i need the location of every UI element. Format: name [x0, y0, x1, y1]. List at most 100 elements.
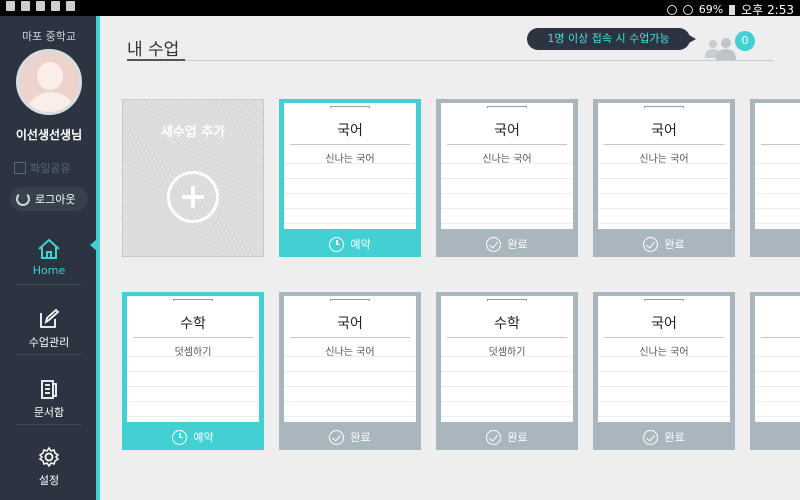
nav-label-home: Home — [32, 264, 66, 277]
nav-item-settings[interactable]: 설정 — [0, 436, 98, 500]
class-card[interactable]: 국어 신나는 국어 예약 — [279, 99, 421, 257]
card-status-label: 완료 — [350, 431, 371, 444]
gear-icon — [38, 446, 60, 468]
notification-icons — [6, 1, 75, 11]
card-status-label: 완료 — [507, 238, 528, 251]
add-class-label: 새수업 추가 — [160, 125, 226, 140]
clip-icon — [487, 299, 527, 301]
battery-percent: 69% — [698, 3, 724, 16]
partial-card-container — [750, 99, 800, 257]
class-card[interactable]: 국어 신나는 국어 완료 — [279, 292, 421, 450]
file-icon — [21, 1, 30, 11]
clip-icon — [487, 106, 527, 108]
class-card[interactable]: 국어 신나는 국어 완료 — [593, 99, 735, 257]
logout-button[interactable]: 로그아웃 — [10, 187, 88, 211]
divider — [16, 354, 82, 355]
check-circle-icon — [643, 429, 659, 445]
shield-icon — [36, 1, 45, 11]
check-circle-icon — [486, 236, 502, 252]
logout-label: 로그아웃 — [35, 193, 76, 206]
image-icon — [66, 1, 75, 11]
add-class-card[interactable]: 새수업 추가 — [122, 99, 264, 257]
alarm-icon — [172, 429, 188, 445]
clip-icon — [173, 299, 213, 301]
card-paper — [755, 296, 800, 422]
card-description: 신나는 국어 — [639, 154, 689, 165]
card-status-label: 완료 — [664, 431, 685, 444]
title-underline — [127, 59, 185, 61]
card-status: 완료 — [436, 424, 578, 450]
status-bar: 69% 오후 2:53 — [0, 0, 800, 17]
card-subject: 국어 — [651, 316, 677, 332]
clip-icon — [330, 299, 370, 301]
divider — [16, 424, 82, 425]
divider — [16, 284, 82, 285]
document-icon — [41, 380, 57, 399]
card-description: 신나는 국어 — [482, 154, 532, 165]
card-subject: 국어 — [651, 123, 677, 139]
class-card[interactable]: 수학 덧셈하기 완료 — [436, 292, 578, 450]
card-paper: 국어 신나는 국어 — [441, 103, 573, 229]
card-paper — [755, 103, 800, 229]
card-paper: 국어 신나는 국어 — [284, 103, 416, 229]
active-nav-pointer — [90, 238, 98, 252]
nav-label-documents: 문서함 — [33, 406, 65, 419]
check-circle-icon — [486, 429, 502, 445]
class-card[interactable]: 수학 덧셈하기 예약 — [122, 292, 264, 450]
avatar-body — [25, 92, 77, 112]
sidebar: 마포 중학교 이선생선생님 파일공유 로그아웃 Home 수업관리 문서함 설정 — [0, 16, 98, 500]
class-card[interactable]: 국어 신나는 국어 완료 — [593, 292, 735, 450]
file-share-label: 파일공유 — [30, 162, 71, 175]
nav-label-settings: 설정 — [38, 474, 60, 487]
nav-item-home[interactable]: Home — [0, 228, 98, 298]
card-description: 덧셈하기 — [488, 347, 526, 358]
wifi-icon — [666, 4, 677, 15]
class-card-partial[interactable] — [750, 292, 800, 450]
clip-icon — [644, 106, 684, 108]
connected-count-badge: 0 — [735, 31, 755, 51]
check-circle-icon — [643, 236, 659, 252]
card-subject: 국어 — [494, 123, 520, 139]
avatar[interactable] — [16, 49, 82, 115]
card-status — [750, 231, 800, 257]
nav-label-class-management: 수업관리 — [28, 336, 70, 349]
card-status-label: 예약 — [193, 431, 214, 444]
nav-item-class-management[interactable]: 수업관리 — [0, 298, 98, 368]
partial-card-container — [750, 292, 800, 450]
card-description: 신나는 국어 — [639, 347, 689, 358]
card-status: 완료 — [593, 231, 735, 257]
card-status-label: 완료 — [507, 431, 528, 444]
card-status: 예약 — [122, 424, 264, 450]
nav-item-documents[interactable]: 문서함 — [0, 368, 98, 438]
mail-icon — [51, 1, 60, 11]
class-card-partial[interactable] — [750, 99, 800, 257]
clip-icon — [330, 106, 370, 108]
edit-icon — [40, 308, 60, 328]
page-title: 내 수업 — [127, 40, 180, 60]
card-paper: 국어 신나는 국어 — [598, 103, 730, 229]
card-subject: 수학 — [494, 316, 520, 332]
share-icon — [14, 162, 26, 174]
avatar-head — [37, 62, 63, 90]
card-status-label: 예약 — [350, 238, 371, 251]
usb-icon — [6, 1, 15, 11]
card-status-label: 완료 — [664, 238, 685, 251]
card-status: 완료 — [593, 424, 735, 450]
class-card[interactable]: 국어 신나는 국어 완료 — [436, 99, 578, 257]
blocked-icon — [682, 4, 693, 15]
card-subject: 국어 — [337, 123, 363, 139]
file-share-button[interactable]: 파일공유 — [14, 160, 70, 176]
card-paper: 수학 덧셈하기 — [441, 296, 573, 422]
clock: 오후 2:53 — [741, 3, 794, 17]
card-status: 완료 — [279, 424, 421, 450]
card-paper: 수학 덧셈하기 — [127, 296, 259, 422]
school-name: 마포 중학교 — [21, 30, 77, 43]
card-description: 신나는 국어 — [325, 347, 375, 358]
card-status: 완료 — [436, 231, 578, 257]
card-paper: 국어 신나는 국어 — [598, 296, 730, 422]
check-circle-icon — [329, 429, 345, 445]
card-status: 예약 — [279, 231, 421, 257]
power-icon — [16, 192, 30, 206]
sidebar-accent-edge — [96, 16, 100, 500]
home-icon — [38, 238, 60, 259]
